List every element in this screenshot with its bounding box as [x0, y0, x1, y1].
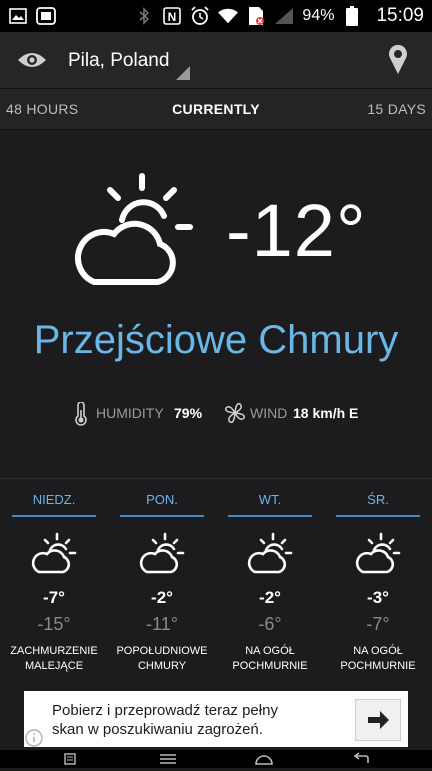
forecast-description: ZACHMURZENIE MALEJĄCE: [0, 644, 108, 674]
forecast-desc-line1: ZACHMURZENIE: [10, 645, 98, 657]
svg-text:N: N: [168, 10, 177, 24]
forecast-low: -15°: [37, 614, 71, 634]
signal-icon: [274, 6, 294, 26]
info-icon[interactable]: [24, 728, 44, 748]
partly-cloudy-icon: [137, 532, 187, 576]
forecast-desc-line2: MALEJĄCE: [24, 660, 84, 672]
eye-icon[interactable]: [16, 48, 48, 72]
ad-text-line1: Pobierz i przeprowadź teraz pełny: [52, 702, 278, 719]
forecast-desc-line1: POPOŁUDNIOWE: [116, 645, 208, 657]
partly-cloudy-icon: [66, 172, 202, 290]
clock: 15:09: [376, 5, 424, 26]
forecast-underline: [228, 515, 312, 517]
ad-text-line2: skan w poszukiwaniu zagrożeń.: [52, 721, 263, 738]
alarm-icon: [190, 6, 210, 26]
thermometer-icon: [74, 401, 88, 426]
humidity-label: HUMIDITY: [96, 405, 164, 421]
bluetooth-icon: [134, 6, 154, 26]
wind-value: 18 km/h E: [293, 405, 359, 421]
forecast-high: -2°: [259, 588, 281, 607]
forecast-desc-line2: POCHMURNIE: [340, 660, 416, 672]
ad-text: Pobierz i przeprowadź teraz pełny skan w…: [52, 701, 342, 739]
forecast-high: -3°: [367, 588, 389, 607]
section-divider: [0, 478, 432, 479]
system-nav-bar: [0, 750, 432, 768]
forecast-day-name: NIEDZ.: [32, 492, 76, 507]
forecast-day[interactable]: PON. -2° -11° POPOŁUDNIOWE CHMURY: [108, 480, 216, 690]
no-sim-icon: [246, 6, 266, 26]
tab-15-days[interactable]: 15 DAYS: [367, 101, 426, 117]
wind-label: WIND: [250, 405, 288, 421]
forecast-underline: [120, 515, 204, 517]
home-icon[interactable]: [252, 752, 276, 766]
forecast-day-name: PON.: [146, 492, 178, 507]
dropdown-triangle-icon[interactable]: [176, 66, 190, 80]
forecast-desc-line2: CHMURY: [137, 660, 187, 672]
forecast-description: POPOŁUDNIOWE CHMURY: [108, 644, 216, 674]
ad-banner[interactable]: Pobierz i przeprowadź teraz pełny skan w…: [24, 691, 408, 747]
back-icon[interactable]: [350, 752, 374, 766]
forecast-high: -2°: [151, 588, 173, 607]
menu-icon[interactable]: [156, 752, 180, 766]
nfc-icon: N: [162, 6, 182, 26]
forecast-day[interactable]: WT. -2° -6° NA OGÓŁ POCHMURNIE: [216, 480, 324, 690]
fan-icon: [224, 402, 246, 424]
forecast-day-name: ŚR.: [367, 492, 389, 507]
partly-cloudy-icon: [29, 532, 79, 576]
recent-apps-icon[interactable]: [58, 752, 82, 766]
forecast-underline: [12, 515, 96, 517]
forecast-low: -7°: [366, 614, 390, 634]
screen-mirror-icon: [36, 6, 56, 26]
current-temperature: -12°: [226, 189, 367, 272]
forecast-low: -11°: [146, 614, 178, 634]
location-pin-icon[interactable]: [386, 44, 410, 76]
humidity-value: 79%: [174, 405, 203, 421]
partly-cloudy-icon: [245, 532, 295, 576]
daily-forecast: NIEDZ. -7° -15° ZACHMURZENIE MALEJĄCE PO…: [0, 480, 432, 690]
forecast-day[interactable]: NIEDZ. -7° -15° ZACHMURZENIE MALEJĄCE: [0, 480, 108, 690]
forecast-desc-line1: NA OGÓŁ: [245, 645, 295, 657]
wifi-icon: [218, 6, 239, 26]
forecast-description: NA OGÓŁ POCHMURNIE: [324, 644, 432, 674]
gallery-icon: [8, 6, 28, 26]
forecast-underline: [336, 515, 420, 517]
battery-percent: 94%: [302, 7, 335, 24]
forecast-high: -7°: [43, 588, 65, 607]
partly-cloudy-icon: [353, 532, 403, 576]
app-header: Pila, Poland: [0, 32, 432, 89]
forecast-description: NA OGÓŁ POCHMURNIE: [216, 644, 324, 674]
ad-arrow-button[interactable]: [355, 699, 401, 741]
forecast-desc-line2: POCHMURNIE: [232, 660, 308, 672]
forecast-day-name: WT.: [258, 492, 282, 507]
status-bar: N 94% 15:09: [0, 0, 432, 32]
forecast-day[interactable]: ŚR. -3° -7° NA OGÓŁ POCHMURNIE: [324, 480, 432, 690]
view-tabs: 48 HOURS CURRENTLY 15 DAYS: [0, 89, 432, 130]
forecast-desc-line1: NA OGÓŁ: [353, 645, 403, 657]
location-selector[interactable]: Pila, Poland: [68, 50, 169, 72]
metrics-row: HUMIDITY 79% WIND 18 km/h E: [0, 400, 432, 426]
battery-icon: [342, 6, 362, 26]
forecast-low: -6°: [258, 614, 282, 634]
current-condition: Przejściowe Chmury: [33, 318, 399, 362]
